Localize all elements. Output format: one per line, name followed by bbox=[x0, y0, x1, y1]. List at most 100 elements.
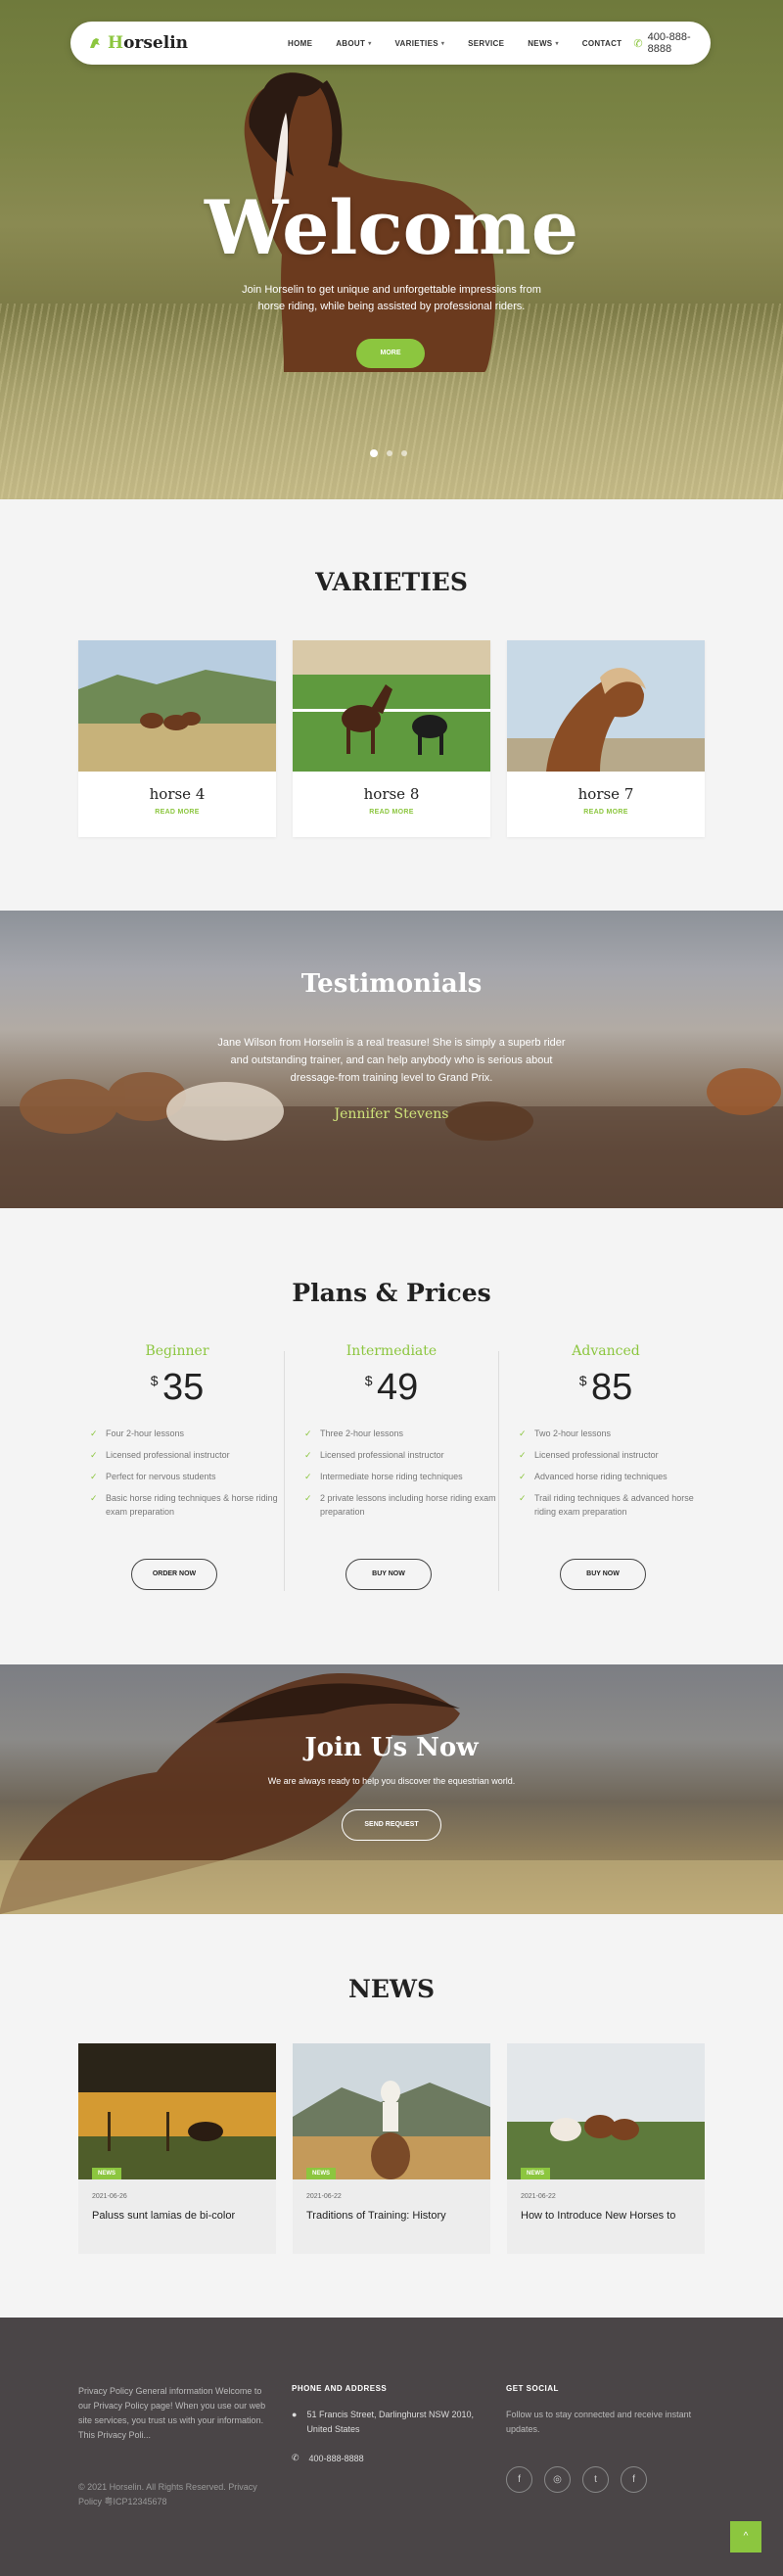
hero-subtitle-line: Join Horselin to get unique and unforget… bbox=[242, 284, 541, 296]
news-headline[interactable]: Traditions of Training: History bbox=[306, 2210, 490, 2222]
news-headline[interactable]: How to Introduce New Horses to bbox=[521, 2210, 705, 2222]
news-image: NEWS bbox=[78, 2043, 276, 2179]
chevron-down-icon: ▾ bbox=[440, 40, 445, 47]
plan-advanced: Advanced $ 85 Two 2-hour lessons License… bbox=[499, 1343, 713, 1602]
news-card[interactable]: NEWS 2021-06-22 How to Introduce New Hor… bbox=[507, 2043, 705, 2254]
news-date: 2021-06-22 bbox=[521, 2193, 556, 2200]
news-date: 2021-06-26 bbox=[92, 2193, 127, 2200]
join-subtitle: We are always ready to help you discover… bbox=[267, 1776, 516, 1786]
slider-dot[interactable] bbox=[370, 449, 378, 457]
slider-dot[interactable] bbox=[387, 450, 392, 456]
phone-icon: ✆ bbox=[633, 37, 643, 50]
variety-name: horse 4 bbox=[149, 785, 206, 803]
send-request-button[interactable]: SEND REQUEST bbox=[342, 1809, 441, 1841]
plan-feature: Intermediate horse riding techniques bbox=[304, 1470, 498, 1483]
news-headline[interactable]: Paluss sunt lamias de bi-color bbox=[92, 2210, 276, 2222]
variety-card[interactable]: horse 7 READ MORE bbox=[507, 640, 705, 837]
news-date: 2021-06-22 bbox=[306, 2193, 342, 2200]
variety-card[interactable]: horse 8 READ MORE bbox=[293, 640, 490, 837]
top-navbar: Horselin HOME ABOUT ▾ VARIETIES ▾ SERVICE … bbox=[70, 22, 711, 65]
hero-more-button[interactable]: MORE bbox=[356, 339, 425, 368]
nav-label: CONTACT bbox=[581, 38, 622, 48]
plan-feature: Licensed professional instructor bbox=[304, 1448, 498, 1462]
news-image: NEWS bbox=[293, 2043, 490, 2179]
varieties-title: VARIETIES bbox=[315, 568, 468, 596]
news-card[interactable]: NEWS 2021-06-22 Traditions of Training: … bbox=[293, 2043, 490, 2254]
quote-line: Jane Wilson from Horselin is a real trea… bbox=[217, 1037, 566, 1049]
hero-title: Welcome bbox=[204, 184, 579, 271]
plan-feature: Advanced horse riding techniques bbox=[519, 1470, 713, 1483]
testimonials-section: Testimonials Jane Wilson from Horselin i… bbox=[0, 911, 783, 1208]
plan-feature: Four 2-hour lessons bbox=[90, 1427, 284, 1440]
read-more-link[interactable]: READ MORE bbox=[507, 809, 705, 816]
quote-line: dressage-from training level to Grand Pr… bbox=[290, 1072, 493, 1084]
plan-name: Beginner bbox=[145, 1343, 209, 1359]
plan-name: Intermediate bbox=[345, 1343, 438, 1359]
news-tag: NEWS bbox=[306, 2168, 336, 2179]
news-image: NEWS bbox=[507, 2043, 705, 2179]
nav-label: ABOUT bbox=[336, 38, 366, 48]
facebook-icon[interactable]: f bbox=[506, 2466, 532, 2493]
main-menu: HOME ABOUT ▾ VARIETIES ▾ SERVICE NEWS ▾ CON… bbox=[276, 39, 633, 48]
join-title: Join Us Now bbox=[304, 1733, 479, 1762]
slider-dot[interactable] bbox=[401, 450, 407, 456]
site-footer: Privacy Policy General information Welco… bbox=[0, 2318, 783, 2576]
price-amount: 35 bbox=[161, 1367, 205, 1408]
nav-item-contact[interactable]: CONTACT bbox=[571, 39, 634, 48]
slider-dots bbox=[370, 449, 407, 457]
order-now-button[interactable]: ORDER NOW bbox=[131, 1559, 217, 1590]
brand-name: orselin bbox=[123, 33, 189, 53]
plan-feature: Two 2-hour lessons bbox=[519, 1427, 713, 1440]
address-text: 51 Francis Street, Darlinghurst NSW 2010… bbox=[306, 2410, 475, 2434]
plan-name: Advanced bbox=[572, 1343, 640, 1359]
footer-copyright: © 2021 Horselin. All Rights Reserved. Pr… bbox=[78, 2482, 257, 2506]
brand-logo[interactable]: Horselin bbox=[88, 33, 188, 53]
plan-features: Three 2-hour lessons Licensed profession… bbox=[285, 1427, 498, 1519]
facebook-icon[interactable]: f bbox=[621, 2466, 647, 2493]
brand-initial: H bbox=[108, 33, 124, 53]
read-more-link[interactable]: READ MORE bbox=[293, 809, 490, 816]
nav-label: NEWS bbox=[528, 38, 553, 48]
buy-now-button[interactable]: BUY NOW bbox=[345, 1559, 432, 1590]
phone-text: 400-888-8888 bbox=[308, 2453, 364, 2463]
news-tag: NEWS bbox=[521, 2168, 550, 2179]
plan-feature: Three 2-hour lessons bbox=[304, 1427, 498, 1440]
chevron-down-icon: ▾ bbox=[368, 40, 372, 47]
address-heading: PHONE AND ADDRESS bbox=[292, 2384, 388, 2393]
plan-feature: Trail riding techniques & advanced horse… bbox=[519, 1491, 713, 1519]
variety-image bbox=[293, 640, 490, 772]
footer-phone[interactable]: ✆ 400-888-8888 bbox=[292, 2453, 364, 2463]
news-card[interactable]: NEWS 2021-06-26 Paluss sunt lamias de bi… bbox=[78, 2043, 276, 2254]
instagram-icon[interactable]: ◎ bbox=[544, 2466, 571, 2493]
plan-feature: 2 private lessons including horse riding… bbox=[304, 1491, 498, 1519]
read-more-link[interactable]: READ MORE bbox=[78, 809, 276, 816]
variety-card[interactable]: horse 4 READ MORE bbox=[78, 640, 276, 837]
join-background bbox=[0, 1673, 783, 1914]
nav-item-home[interactable]: HOME bbox=[276, 39, 324, 48]
plan-price: $ 35 bbox=[70, 1367, 284, 1409]
social-text: Follow us to stay connected and receive … bbox=[506, 2410, 692, 2434]
join-us-section: Join Us Now We are always ready to help … bbox=[0, 1664, 783, 1914]
plan-intermediate: Intermediate $ 49 Three 2-hour lessons L… bbox=[285, 1343, 498, 1602]
buy-now-button[interactable]: BUY NOW bbox=[560, 1559, 646, 1590]
back-to-top-button[interactable]: ^ bbox=[730, 2521, 761, 2553]
phone-icon: ✆ bbox=[292, 2453, 299, 2462]
nav-label: HOME bbox=[288, 38, 313, 48]
nav-label: VARIETIES bbox=[394, 38, 438, 48]
plan-features: Two 2-hour lessons Licensed professional… bbox=[499, 1427, 713, 1519]
variety-name: horse 8 bbox=[363, 785, 420, 803]
hero-subtitle: Join Horselin to get unique and unforget… bbox=[0, 282, 783, 315]
testimonial-author: Jennifer Stevens bbox=[334, 1106, 449, 1122]
currency: $ bbox=[150, 1373, 159, 1388]
nav-item-varieties[interactable]: VARIETIES ▾ bbox=[384, 39, 457, 48]
nav-phone[interactable]: ✆ 400-888-8888 bbox=[633, 31, 693, 55]
news-title: NEWS bbox=[347, 1975, 436, 2003]
twitter-icon[interactable]: t bbox=[582, 2466, 609, 2493]
nav-item-news[interactable]: NEWS ▾ bbox=[516, 39, 571, 48]
quote-line: and outstanding trainer, and can help an… bbox=[230, 1054, 553, 1066]
social-links: f ◎ t f bbox=[506, 2466, 647, 2493]
nav-item-about[interactable]: ABOUT ▾ bbox=[324, 39, 383, 48]
variety-image bbox=[78, 640, 276, 772]
plan-feature: Basic horse riding techniques & horse ri… bbox=[90, 1491, 284, 1519]
nav-item-service[interactable]: SERVICE bbox=[456, 39, 516, 48]
